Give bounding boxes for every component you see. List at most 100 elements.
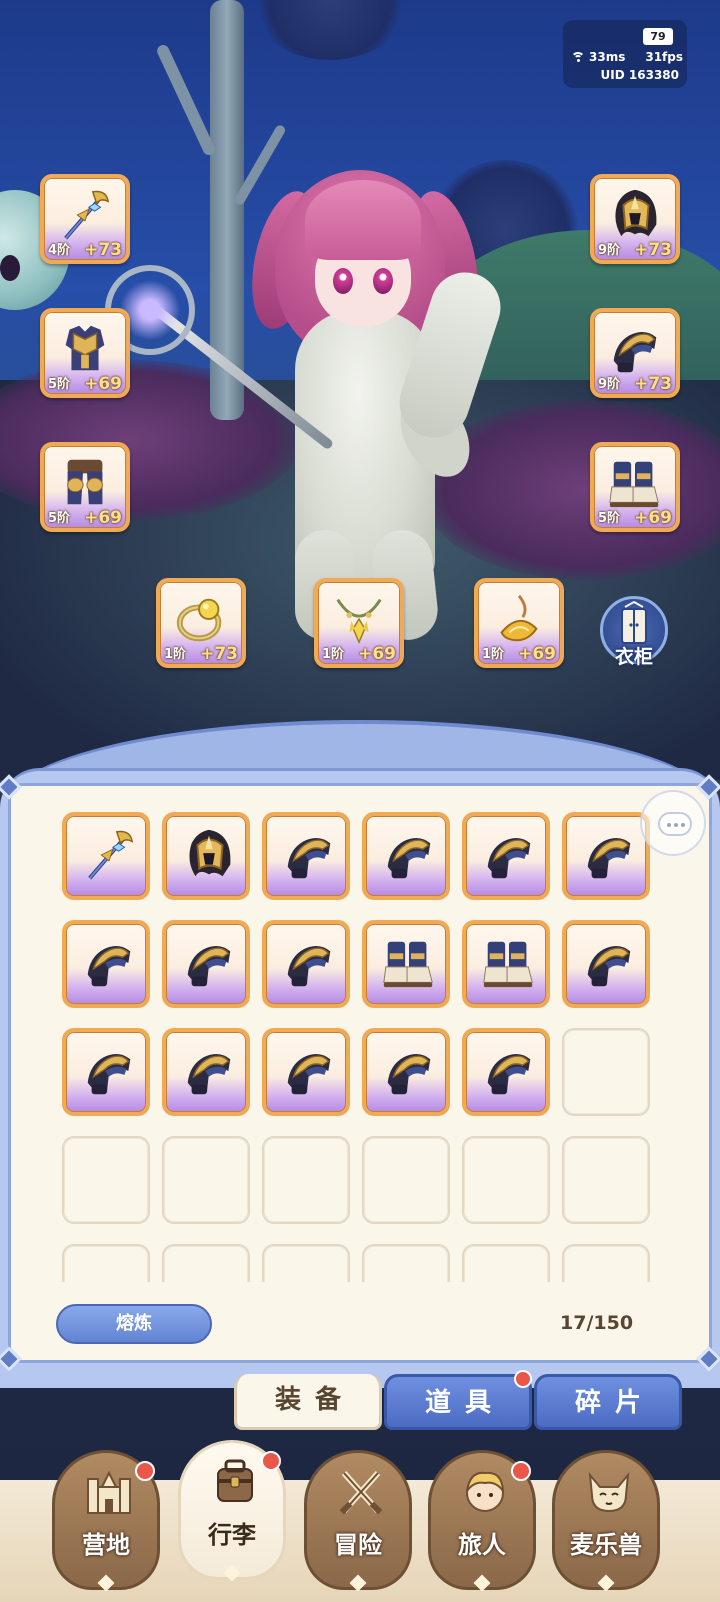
inventory-slot-empty[interactable] <box>362 1244 450 1282</box>
staff-weapon-icon <box>80 826 138 884</box>
boots-icon <box>480 934 538 992</box>
equip-tier: 5阶 <box>48 377 71 392</box>
inventory-slot[interactable] <box>362 812 450 900</box>
ping-value: 33ms <box>589 50 626 64</box>
inventory-slot[interactable] <box>562 920 650 1008</box>
inventory-slot[interactable] <box>462 920 550 1008</box>
equip-tier: 9阶 <box>598 377 621 392</box>
gauntlet-icon <box>380 826 438 884</box>
ring-icon <box>172 590 230 648</box>
inventory-slot[interactable] <box>462 812 550 900</box>
tab-items[interactable]: 道具 <box>384 1374 532 1430</box>
nav-beast[interactable]: 麦乐兽 <box>552 1450 660 1592</box>
nav-ornament <box>97 1574 115 1592</box>
boots-icon <box>606 454 664 512</box>
gauntlet-icon <box>280 934 338 992</box>
gauntlet-icon <box>180 934 238 992</box>
equip-slot-weapon[interactable]: 4阶 +73 <box>40 174 130 264</box>
nav-castle[interactable]: 营地 <box>52 1450 160 1592</box>
inventory-slot[interactable] <box>62 920 150 1008</box>
wardrobe-button[interactable]: 衣柜 <box>596 596 672 672</box>
tab-items-badge <box>514 1370 532 1388</box>
inventory-slot[interactable] <box>262 920 350 1008</box>
inventory-slot[interactable] <box>562 812 650 900</box>
inventory-capacity: 17/150 <box>560 1312 634 1334</box>
nav-traveler[interactable]: 旅人 <box>428 1450 536 1592</box>
gauntlet-icon <box>480 1042 538 1100</box>
helmet-icon <box>180 826 238 884</box>
player-character[interactable] <box>241 160 510 643</box>
inventory-slot-empty[interactable] <box>162 1136 250 1224</box>
inventory-slot[interactable] <box>62 1028 150 1116</box>
equip-slot-chest[interactable]: 5阶 +69 <box>40 308 130 398</box>
inventory-slot[interactable] <box>262 1028 350 1116</box>
chest-armor-icon <box>56 320 114 378</box>
equip-slot-charm[interactable]: 1阶 +69 <box>474 578 564 668</box>
bag-icon <box>208 1455 262 1509</box>
equip-slot-ring[interactable]: 1阶 +73 <box>156 578 246 668</box>
nav-label: 营地 <box>82 1531 130 1559</box>
inventory-grid <box>62 812 662 1282</box>
inventory-slot-empty[interactable] <box>462 1136 550 1224</box>
inventory-slot[interactable] <box>162 920 250 1008</box>
equip-slot-helmet[interactable]: 9阶 +73 <box>590 174 680 264</box>
equip-bonus: +69 <box>84 374 122 394</box>
staff-weapon-icon <box>56 186 114 244</box>
equip-slot-necklace[interactable]: 1阶 +69 <box>314 578 404 668</box>
inventory-slot[interactable] <box>162 1028 250 1116</box>
user-id: UID 163380 <box>600 68 679 82</box>
notification-badge <box>261 1451 281 1471</box>
inventory-slot-empty[interactable] <box>362 1136 450 1224</box>
notification-badge <box>135 1461 155 1481</box>
gauntlet-icon <box>580 934 638 992</box>
inventory-slot-empty[interactable] <box>562 1244 650 1282</box>
inventory-slot[interactable] <box>362 1028 450 1116</box>
equip-tier: 5阶 <box>598 511 621 526</box>
equip-tier: 1阶 <box>322 647 345 662</box>
equip-bonus: +69 <box>518 644 556 664</box>
beast-icon <box>582 1465 636 1519</box>
inventory-slot-empty[interactable] <box>262 1244 350 1282</box>
inventory-slot-empty[interactable] <box>162 1244 250 1282</box>
tab-equipment[interactable]: 装备 <box>234 1374 382 1430</box>
gauntlet-icon <box>380 1042 438 1100</box>
equip-slot-boots[interactable]: 5阶 +69 <box>590 442 680 532</box>
wifi-icon <box>571 51 585 63</box>
equip-slot-gloves[interactable]: 9阶 +73 <box>590 308 680 398</box>
inventory-slot[interactable] <box>462 1028 550 1116</box>
nav-ornament <box>349 1574 367 1592</box>
nav-label: 行李 <box>208 1521 256 1549</box>
chat-button[interactable] <box>640 790 706 856</box>
equip-slot-legs[interactable]: 5阶 +69 <box>40 442 130 532</box>
nav-ornament <box>597 1574 615 1592</box>
equip-tier: 4阶 <box>48 243 71 258</box>
equip-bonus: +73 <box>634 240 672 260</box>
tab-fragments[interactable]: 碎片 <box>534 1374 682 1430</box>
nav-label: 冒险 <box>334 1531 382 1559</box>
gauntlet-icon <box>280 1042 338 1100</box>
status-hud: 79 33ms 31fps UID 163380 <box>563 20 687 88</box>
inventory-slot[interactable] <box>62 812 150 900</box>
equip-bonus: +73 <box>200 644 238 664</box>
inventory-slot-empty[interactable] <box>462 1244 550 1282</box>
equip-tier: 9阶 <box>598 243 621 258</box>
inventory-slot-empty[interactable] <box>62 1136 150 1224</box>
nav-crossed-swords[interactable]: 冒险 <box>304 1450 412 1592</box>
inventory-slot-empty[interactable] <box>62 1244 150 1282</box>
inventory-slot[interactable] <box>362 920 450 1008</box>
inventory-slot-empty[interactable] <box>562 1028 650 1116</box>
gauntlet-icon <box>280 826 338 884</box>
gauntlet-icon <box>80 1042 138 1100</box>
inventory-slot-empty[interactable] <box>262 1136 350 1224</box>
nav-bag[interactable]: 行李 <box>178 1440 286 1582</box>
equip-bonus: +69 <box>358 644 396 664</box>
leg-armor-icon <box>56 454 114 512</box>
crossed-swords-icon <box>334 1465 388 1519</box>
inventory-slot[interactable] <box>162 812 250 900</box>
equip-tier: 1阶 <box>482 647 505 662</box>
equip-bonus: +73 <box>84 240 122 260</box>
inventory-slot-empty[interactable] <box>562 1136 650 1224</box>
nav-label: 旅人 <box>458 1531 506 1559</box>
smelt-button[interactable]: 熔炼 <box>56 1304 212 1344</box>
inventory-slot[interactable] <box>262 812 350 900</box>
